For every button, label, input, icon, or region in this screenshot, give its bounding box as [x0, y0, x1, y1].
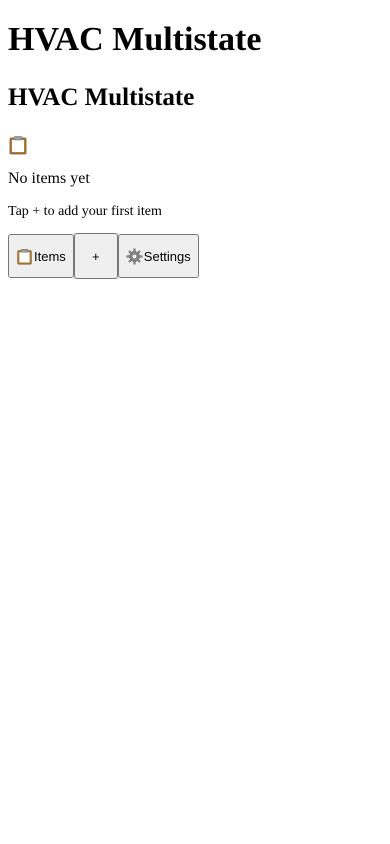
clipboard-icon	[9, 136, 27, 155]
settings-button-label: Settings	[143, 248, 191, 264]
items-button-label: Items	[34, 248, 66, 264]
add-item-button[interactable]: +	[73, 233, 118, 279]
items-button[interactable]: Items	[8, 234, 74, 278]
settings-button[interactable]: Settings	[117, 234, 199, 278]
bottom-nav: Items + Settings	[8, 233, 382, 279]
empty-state-hint: Tap + to add your first item	[8, 204, 162, 219]
gear-icon	[126, 248, 143, 264]
clipboard-icon	[17, 248, 32, 264]
empty-state-title: No items yet	[8, 170, 90, 187]
page-title: HVAC Multistate	[8, 21, 262, 58]
add-button-label: +	[92, 248, 100, 264]
page: HVAC Multistate HVAC Multistate No items…	[0, 21, 390, 279]
page-subtitle: HVAC Multistate	[8, 84, 195, 111]
